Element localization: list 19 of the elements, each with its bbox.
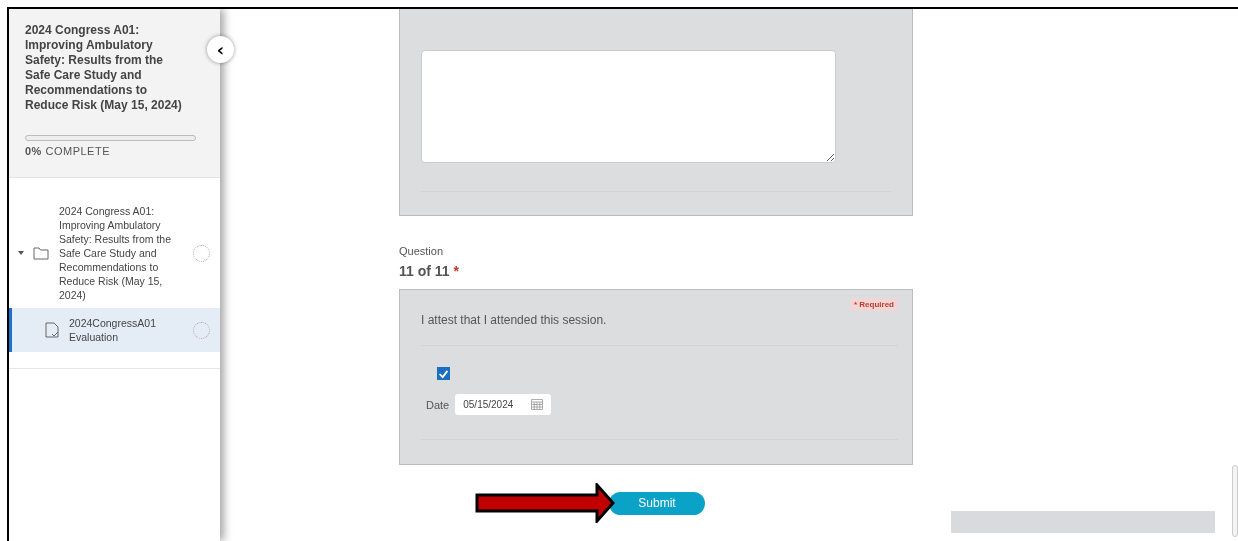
tree-item[interactable]: 2024 Congress A01: Improving Ambulatory Safety: Results from the Safe Care Study and Recommendations to Reduce Risk (May 15, 2024): [9, 204, 220, 308]
question-label: Question: [399, 245, 445, 257]
required-badge: * Required: [850, 298, 898, 311]
question-number: 11 of 11: [399, 263, 450, 279]
date-field[interactable]: 05/15/2024: [455, 394, 552, 415]
question-prompt: I attest that I attended this session.: [421, 313, 608, 327]
caret-icon: [17, 249, 25, 257]
required-mark: *: [453, 263, 460, 279]
course-title: 2024 Congress A01: Improving Ambulatory Safety: Results from the Safe Care Study and Recommendations to Reduce Risk (May 15, 2024): [25, 23, 183, 113]
progress-label: 0% COMPLETE: [25, 145, 111, 157]
scrollbar-thumb[interactable]: [1232, 465, 1238, 537]
document-icon: [45, 322, 59, 338]
folder-icon: [33, 246, 49, 260]
collapse-button[interactable]: ‹: [207, 36, 234, 63]
answer-box[interactable]: [421, 50, 836, 163]
date-label: Date: [426, 398, 450, 411]
checkbox[interactable]: [437, 367, 450, 380]
tree-item[interactable]: 2024CongressA01 Evaluation: [9, 308, 220, 352]
calendar-icon: [531, 399, 544, 410]
